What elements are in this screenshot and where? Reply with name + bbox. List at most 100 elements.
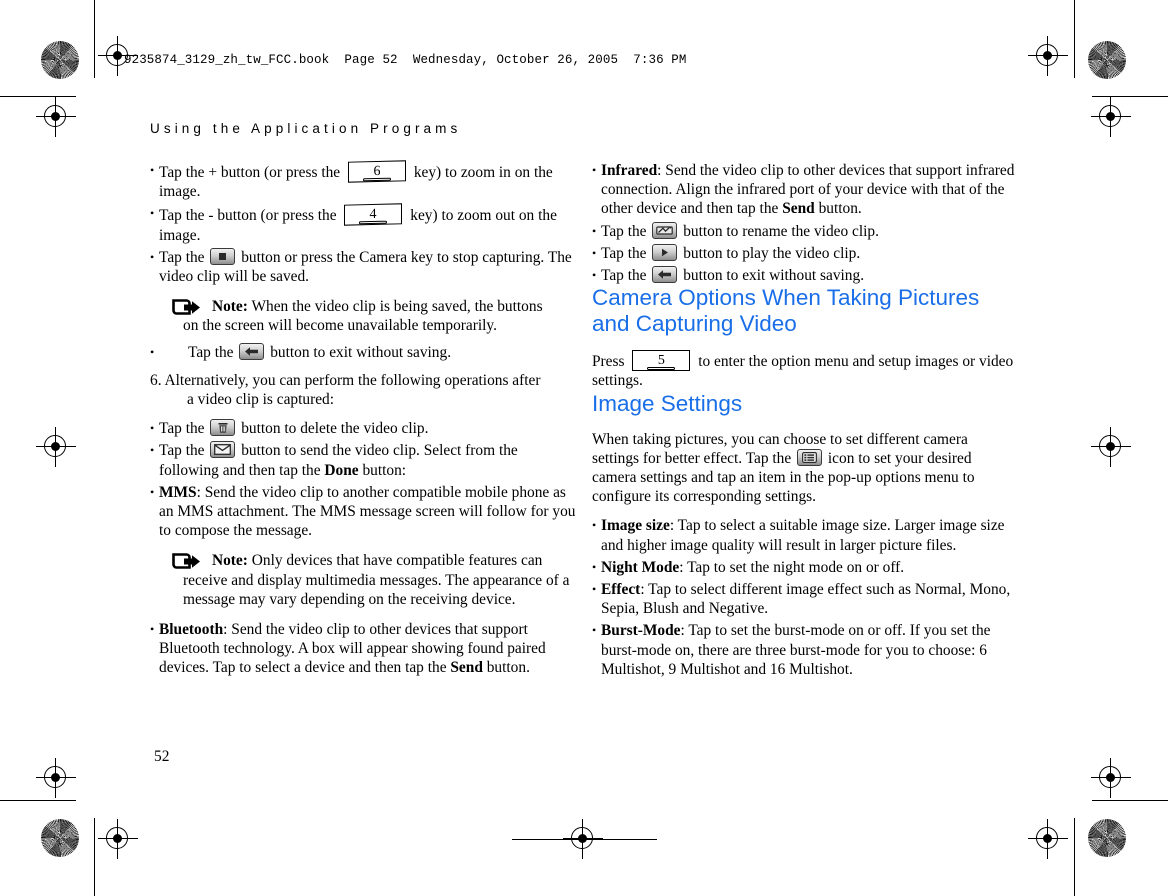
note-mms-text: Only devices that have compatible featur… [247, 552, 543, 570]
bullet-zoom-in: Tap the + button (or press the 6 key) to… [150, 160, 576, 201]
crop-mark-bottom-left-h [0, 800, 76, 802]
bullet-exit-right: Tap the button to exit without saving. [592, 266, 1018, 285]
bullet-rename-text-b: button to rename the video clip. [679, 222, 879, 240]
bullet-exit-right-text-a: Tap the [601, 267, 651, 285]
file-banner: 9235874_3129_zh_tw_FCC.book Page 52 Wedn… [124, 53, 687, 67]
crop-mark-bottom-left-v [94, 818, 96, 896]
image-size-label: Image size [601, 517, 670, 535]
send-button-label-right: Send [782, 200, 815, 218]
bullet-rename-text-a: Tap the [601, 222, 651, 240]
burst-mode-label: Burst-Mode [601, 622, 681, 640]
bullet-play-text-a: Tap the [601, 244, 651, 262]
note-mms: Note: Only devices that have compatible … [170, 551, 576, 609]
note-mms-text2: receive and display multimedia messages.… [183, 571, 570, 608]
bullet-zoom-in-text-a: Tap the + button (or press the [159, 164, 344, 181]
starburst-mark-top-right [1088, 41, 1126, 79]
bullet-exit-no-save-text-b: button to exit without saving. [266, 343, 452, 361]
note-saving-text2: on the screen will become unavailable te… [183, 317, 497, 335]
bullet-image-size: Image size: Tap to select a suitable ima… [592, 516, 1018, 554]
keycap-6: 6 [347, 160, 406, 183]
bullet-burst-mode: Burst-Mode: Tap to set the burst-mode on… [592, 621, 1018, 679]
step-6: 6. Alternatively, you can perform the fo… [150, 371, 576, 409]
registration-target-top-left-lower [36, 97, 76, 137]
note-mms-label: Note: [212, 552, 248, 570]
registration-target-top-right-lower [1091, 97, 1131, 137]
note-saving-body: Note: When the video clip is being saved… [212, 297, 576, 316]
infrared-label: Infrared [601, 162, 658, 179]
bullet-send-clip: Tap the button to send the video clip. S… [150, 441, 576, 479]
crop-mark-bottom-right-v [1074, 818, 1076, 896]
crop-mark-bottom-right-h [1092, 800, 1168, 802]
registration-target-bottom-right-upper [1091, 758, 1131, 798]
infrared-text2: button. [814, 200, 862, 218]
bullet-exit-no-save-text-a: Tap the [188, 343, 238, 361]
image-settings-intro: When taking pictures, you can choose to … [592, 430, 1018, 507]
mms-label: MMS [159, 483, 197, 501]
send-button-label-left: Send [450, 659, 483, 677]
page-number: 52 [154, 748, 170, 765]
bullet-exit-right-text-b: button to exit without saving. [679, 267, 865, 285]
bullet-effect: Effect: Tap to select different image ef… [592, 580, 1018, 618]
keycap-4: 4 [344, 203, 403, 227]
left-column: Tap the + button (or press the 6 key) to… [150, 158, 576, 678]
note-pointer-icon [172, 552, 202, 573]
registration-target-bottom-left-upper [36, 758, 76, 798]
keycap-5: 5 [632, 350, 691, 372]
note-mms-body: Note: Only devices that have compatible … [212, 551, 576, 570]
effect-label: Effect [601, 581, 641, 599]
mms-text: : Send the video clip to another compati… [159, 483, 576, 540]
done-button-label: Done [324, 461, 359, 479]
crop-mark-top-left-v [94, 0, 96, 78]
starburst-mark-bottom-left [41, 819, 79, 857]
list-menu-icon [797, 448, 823, 466]
back-arrow-icon [652, 266, 678, 284]
starburst-mark-top-left [41, 41, 79, 79]
note-pointer-icon [172, 298, 202, 319]
registration-target-mid-right [1091, 427, 1131, 467]
bullet-bluetooth: Bluetooth: Send the video clip to other … [150, 620, 576, 678]
press-key-paragraph: Press 5 to enter the option menu and set… [592, 350, 1018, 390]
press-key-text-a: Press [592, 353, 629, 371]
rename-icon [652, 221, 678, 239]
bullet-rename: Tap the button to rename the video clip. [592, 221, 1018, 241]
note-saving-text: When the video clip is being saved, the … [247, 298, 543, 316]
crop-mark-top-right-v [1074, 0, 1076, 78]
bullet-send-clip-text-a: Tap the [159, 442, 209, 460]
play-icon [652, 243, 678, 261]
registration-target-bottom-left-lower [98, 819, 138, 859]
bluetooth-label: Bluetooth [159, 621, 224, 639]
bullet-mms: MMS: Send the video clip to another comp… [150, 483, 576, 541]
document-page: 9235874_3129_zh_tw_FCC.book Page 52 Wedn… [0, 0, 1168, 896]
night-mode-label: Night Mode [601, 558, 680, 576]
crop-mark-top-right-h [1092, 96, 1168, 98]
step-6-text2: a video clip is captured: [187, 391, 335, 409]
bullet-delete-clip-text-a: Tap the [159, 420, 209, 438]
right-column: Infrared: Send the video clip to other d… [592, 158, 1018, 679]
heading-image-settings: Image Settings [592, 390, 743, 416]
crop-mark-bottom-center [512, 839, 657, 841]
bullet-zoom-out: Tap the - button (or press the 4 key) to… [150, 203, 576, 244]
bullet-delete-clip: Tap the button to delete the video clip. [150, 419, 576, 439]
envelope-icon [210, 441, 236, 459]
bullet-play: Tap the button to play the video clip. [592, 243, 1018, 263]
bullet-stop-capture-text-a: Tap the [159, 248, 209, 266]
heading-camera-options: Camera Options When Taking Pictures and … [592, 285, 980, 337]
running-head: Using the Application Programs [150, 121, 462, 136]
registration-target-top-right-upper [1028, 36, 1068, 76]
bullet-delete-clip-text-b: button to delete the video clip. [237, 420, 429, 438]
bullet-send-clip-text-c: button: [358, 461, 407, 479]
night-mode-text: : Tap to set the night mode on or off. [679, 558, 905, 576]
registration-target-bottom-right-lower [1028, 819, 1068, 859]
note-saving: Note: When the video clip is being saved… [170, 297, 576, 335]
back-arrow-icon [239, 342, 265, 360]
bullet-stop-capture: Tap the button or press the Camera key t… [150, 247, 576, 286]
bullet-exit-no-save: Tap the button to exit without saving. [150, 342, 576, 362]
bullet-play-text-b: button to play the video clip. [679, 244, 861, 262]
bullet-night-mode: Night Mode: Tap to set the night mode on… [592, 558, 1018, 577]
effect-text: : Tap to select different image effect s… [601, 581, 1011, 618]
step-6-number: 6. [150, 371, 162, 389]
note-saving-label: Note: [212, 298, 248, 316]
trash-icon [210, 419, 236, 437]
registration-target-mid-left [36, 427, 76, 467]
starburst-mark-bottom-right [1088, 819, 1126, 857]
